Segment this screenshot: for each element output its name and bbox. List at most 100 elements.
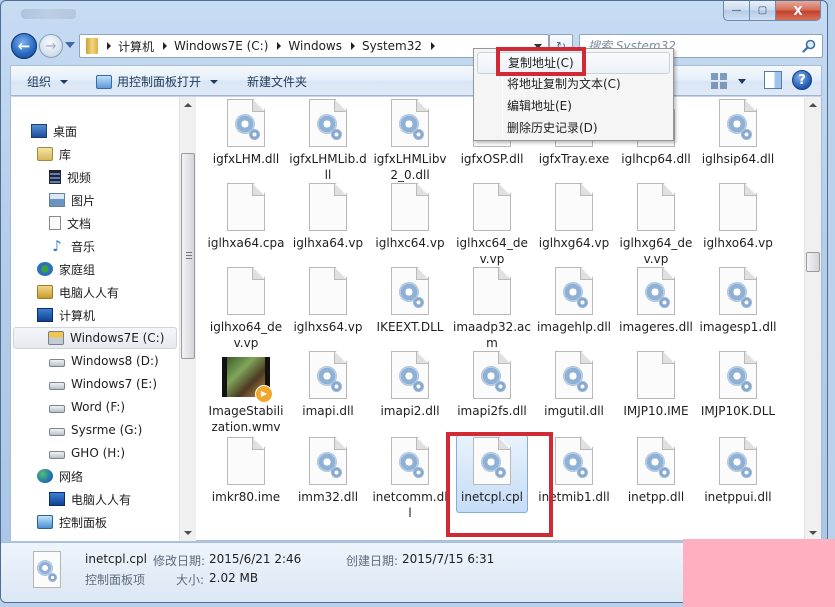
preview-pane-icon[interactable] xyxy=(764,71,782,89)
file-item[interactable]: imm32.dll xyxy=(289,437,367,505)
file-item[interactable]: iglhxo64_dev.vp xyxy=(207,267,285,351)
file-item[interactable]: IMJP10K.DLL xyxy=(699,351,777,419)
file-item[interactable]: iglhxc64_dev.vp xyxy=(453,183,531,267)
view-options-dropdown[interactable] xyxy=(738,79,746,84)
scroll-down-arrow-icon[interactable] xyxy=(809,531,817,535)
menu-item-delete-history[interactable]: 删除历史记录(D) xyxy=(477,118,670,140)
file-item[interactable]: iglhxg64_dev.vp xyxy=(617,183,695,267)
scrollbar-thumb[interactable] xyxy=(181,153,195,359)
file-name: ImageStabilization.wmv xyxy=(208,404,284,434)
open-with-control-panel-button[interactable]: 用控制面板打开 xyxy=(96,73,219,90)
file-name: imkr80.ime xyxy=(211,490,281,504)
sidebar-item[interactable]: 控制面板 xyxy=(37,511,107,533)
new-folder-button[interactable]: 新建文件夹 xyxy=(247,73,307,90)
file-list-scrollbar[interactable] xyxy=(804,97,821,541)
file-name: iglhxg64.vp xyxy=(538,236,610,250)
sidebar-item[interactable]: 库 xyxy=(37,143,71,165)
file-item[interactable]: imagehlp.dll xyxy=(535,267,613,335)
sidebar-item[interactable]: GHO (H:) xyxy=(49,442,125,464)
sidebar-item[interactable]: Windows8 (D:) xyxy=(49,350,159,372)
sidebar-item[interactable]: 家庭组 xyxy=(37,258,95,280)
navigation-pane: 桌面库视频 图片 文档 ♪ 音乐 家庭组 电脑人人有 计算机 Windows7E (C:) Win… xyxy=(11,97,181,541)
menu-item-edit-address[interactable]: 编辑地址(E) xyxy=(477,96,670,118)
minimize-button[interactable]: — xyxy=(723,1,750,21)
breadcrumb-computer[interactable]: 计算机 xyxy=(118,38,154,55)
file-item[interactable]: iglhxa64.cpa xyxy=(207,183,285,251)
sidebar-item[interactable]: 桌面 xyxy=(31,120,77,142)
scrollbar-thumb[interactable] xyxy=(806,252,820,272)
drive-icon xyxy=(49,382,65,390)
file-name: igfxTray.exe xyxy=(538,152,610,166)
scroll-up-arrow-icon[interactable] xyxy=(809,103,817,107)
breadcrumb-separator-icon[interactable] xyxy=(350,42,355,50)
file-item[interactable]: inetcomm.dll xyxy=(371,437,449,521)
sidebar-item[interactable]: 电脑人人有 xyxy=(49,488,131,510)
file-item[interactable]: iglhxs64.vp xyxy=(289,267,367,335)
file-name: inetppui.dll xyxy=(704,490,772,504)
sidebar-item[interactable]: Windows7 (E:) xyxy=(49,373,157,395)
file-item[interactable]: iglhxc64.vp xyxy=(371,183,449,251)
sidebar-item[interactable]: Word (F:) xyxy=(49,396,125,418)
sidebar-item[interactable]: Sysrme (G:) xyxy=(49,419,142,441)
sidebar-item[interactable]: 计算机 xyxy=(37,304,95,326)
file-name: iglhxc64.vp xyxy=(375,236,445,250)
file-item[interactable]: igfxLHMLibv2_0.dll xyxy=(371,99,449,183)
recent-pages-dropdown[interactable] xyxy=(65,42,75,48)
sidebar-item-label: Windows7E (C:) xyxy=(70,331,165,345)
sidebar-item[interactable]: ♪ 音乐 xyxy=(49,235,95,257)
search-icon[interactable] xyxy=(802,39,816,53)
menu-item-copy-address-as-text[interactable]: 将地址复制为文本(C) xyxy=(477,74,670,96)
sidebar-item[interactable]: 网络 xyxy=(37,465,83,487)
breadcrumb-separator-icon[interactable] xyxy=(107,42,111,50)
maximize-button[interactable]: ▢ xyxy=(750,1,776,21)
file-item[interactable]: imapi2.dll xyxy=(371,351,449,419)
sidebar-item[interactable]: 图片 xyxy=(49,189,95,211)
organize-menu[interactable]: 组织 xyxy=(27,73,69,90)
file-item[interactable]: imkr80.ime xyxy=(207,437,285,505)
file-item[interactable]: imgutil.dll xyxy=(535,351,613,419)
file-item[interactable]: imagesp1.dll xyxy=(699,267,777,335)
breadcrumb-separator-icon[interactable] xyxy=(277,42,282,50)
file-item[interactable]: IKEEXT.DLL xyxy=(371,267,449,335)
file-item[interactable]: igfxLHMLib.dll xyxy=(289,99,367,183)
file-name: inetcomm.dll xyxy=(372,490,448,520)
folder-icon xyxy=(86,38,98,54)
breadcrumb-windows[interactable]: Windows xyxy=(288,39,342,53)
network-computer-icon xyxy=(49,492,65,506)
file-item[interactable]: iglhxa64.vp xyxy=(289,183,367,251)
file-item[interactable]: imapi.dll xyxy=(289,351,367,419)
navigation-pane-scrollbar[interactable] xyxy=(179,97,196,541)
file-item[interactable]: ImageStabilization.wmv xyxy=(207,351,285,435)
file-item[interactable]: iglhxg64.vp xyxy=(535,183,613,251)
sidebar-item[interactable]: 文档 xyxy=(49,212,91,234)
sidebar-item[interactable]: 视频 xyxy=(49,166,91,188)
system-file-gear-icon xyxy=(555,351,593,399)
help-icon[interactable]: ? xyxy=(792,70,812,90)
file-name: iglhxo64_dev.vp xyxy=(209,320,283,350)
breadcrumb-system32[interactable]: System32 xyxy=(362,39,422,53)
file-item[interactable]: imapi2fs.dll xyxy=(453,351,531,419)
breadcrumb-separator-icon[interactable] xyxy=(431,42,436,50)
sidebar-item[interactable]: Windows7E (C:) xyxy=(13,327,177,349)
scroll-up-arrow-icon[interactable] xyxy=(184,103,192,107)
window-title-blurred xyxy=(21,9,76,19)
file-item[interactable]: IMJP10.IME xyxy=(617,351,695,419)
details-file-name: inetcpl.cpl xyxy=(85,552,147,566)
navigation-row: ← → 计算机 Windows7E (C:) Windows System32 … xyxy=(1,31,827,61)
file-item[interactable]: inetppui.dll xyxy=(699,437,777,505)
breadcrumb-separator-icon[interactable] xyxy=(163,42,168,50)
breadcrumb-drive[interactable]: Windows7E (C:) xyxy=(174,39,268,53)
file-item[interactable]: igfxLHM.dll xyxy=(207,99,285,167)
file-item[interactable]: inetpp.dll xyxy=(617,437,695,505)
forward-button[interactable]: → xyxy=(39,34,63,58)
scroll-down-arrow-icon[interactable] xyxy=(184,531,192,535)
close-button[interactable]: X xyxy=(776,1,821,21)
sidebar-item[interactable]: 电脑人人有 xyxy=(37,281,119,303)
file-item[interactable]: iglhsip64.dll xyxy=(699,99,777,167)
file-item[interactable]: iglhxo64.vp xyxy=(699,183,777,251)
change-view-icon[interactable] xyxy=(711,73,727,89)
back-button[interactable]: ← xyxy=(11,33,37,59)
file-item[interactable]: imageres.dll xyxy=(617,267,695,335)
file-item[interactable]: imaadp32.acm xyxy=(453,267,531,351)
sidebar-item-label: 音乐 xyxy=(71,239,96,254)
